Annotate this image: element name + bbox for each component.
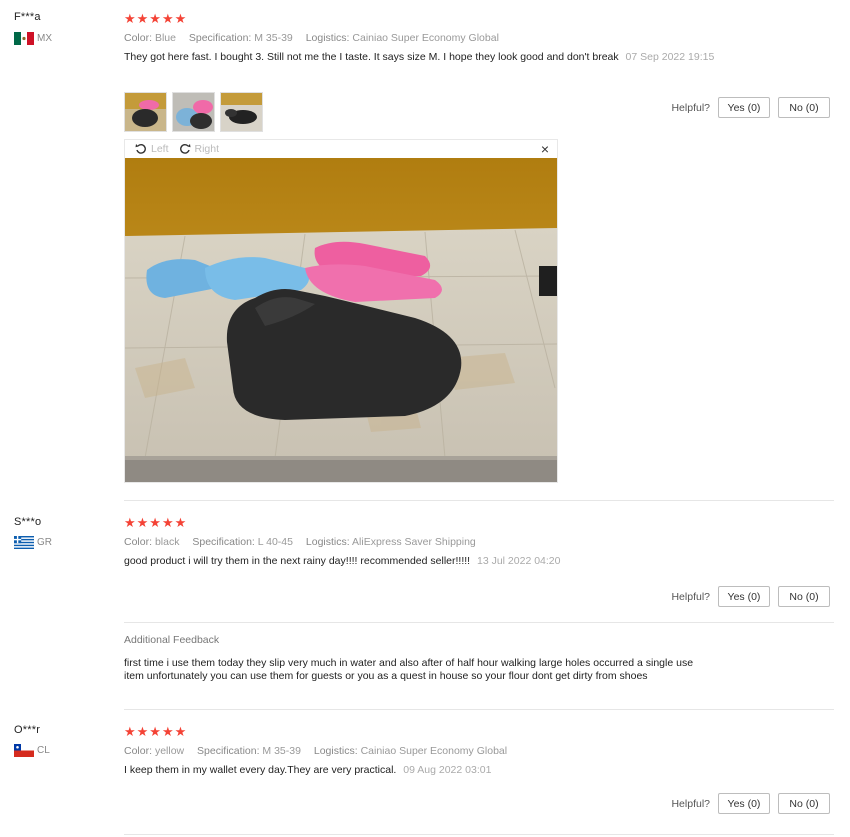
spec-label: Specification: — [192, 536, 255, 548]
review-divider — [124, 834, 834, 835]
logistics-label: Logistics: — [305, 536, 350, 548]
reviewer-name: S***o — [14, 516, 42, 528]
helpful-controls: Helpful? Yes (0) No (0) — [671, 793, 830, 814]
color-value: Blue — [154, 32, 176, 44]
helpful-no-button[interactable]: No (0) — [778, 793, 830, 814]
helpful-yes-button[interactable]: Yes (0) — [718, 586, 770, 607]
country-code: MX — [37, 33, 52, 44]
review-thumbnail[interactable] — [172, 92, 215, 132]
additional-feedback-text: first time i use them today they slip ve… — [124, 657, 694, 682]
review-date: 07 Sep 2022 19:15 — [625, 51, 715, 63]
color-value: black — [154, 536, 180, 548]
rotate-left-label: Left — [151, 143, 169, 155]
spec-value: L 40-45 — [257, 536, 293, 548]
review-meta: Color: yellow Specification: M 35-39 Log… — [124, 745, 724, 757]
reviewer-country: CL — [14, 744, 50, 757]
logistics-value: AliExpress Saver Shipping — [352, 536, 476, 548]
helpful-no-button[interactable]: No (0) — [778, 97, 830, 118]
review-meta: Color: Blue Specification: M 35-39 Logis… — [124, 32, 724, 44]
color-label: Color: — [124, 32, 153, 44]
flag-mx-icon — [14, 32, 34, 45]
flag-gr-icon — [14, 536, 34, 549]
spec-value: M 35-39 — [254, 32, 293, 44]
helpful-yes-button[interactable]: Yes (0) — [718, 793, 770, 814]
rotate-left-button[interactable]: Left — [135, 143, 169, 155]
helpful-yes-button[interactable]: Yes (0) — [718, 97, 770, 118]
helpful-label: Helpful? — [671, 590, 710, 603]
logistics-value: Cainiao Super Economy Global — [352, 32, 499, 44]
review-date: 09 Aug 2022 03:01 — [403, 764, 492, 776]
color-label: Color: — [124, 745, 153, 757]
review-photo — [125, 158, 557, 482]
rotate-right-label: Right — [194, 143, 220, 155]
rotate-right-icon — [179, 144, 191, 154]
star-rating: ★★★★★ — [124, 11, 188, 26]
reviewer-country: MX — [14, 32, 52, 45]
flag-cl-icon — [14, 744, 34, 757]
helpful-controls: Helpful? Yes (0) No (0) — [671, 97, 830, 118]
country-code: CL — [37, 745, 50, 756]
helpful-no-button[interactable]: No (0) — [778, 586, 830, 607]
helpful-label: Helpful? — [671, 797, 710, 810]
reviewer-info: S***o GR — [14, 516, 52, 549]
reviewer-name: F***a — [14, 11, 41, 23]
star-rating: ★★★★★ — [124, 724, 188, 739]
review-text: good product i will try them in the next… — [124, 555, 471, 567]
logistics-value: Cainiao Super Economy Global — [360, 745, 508, 757]
spec-label: Specification: — [197, 745, 260, 757]
review-thumbnails — [124, 92, 268, 132]
review-divider — [124, 709, 834, 710]
color-value: yellow — [154, 745, 185, 757]
rotate-right-button[interactable]: Right — [179, 143, 220, 155]
review-text: I keep them in my wallet every day.They … — [124, 764, 397, 776]
review-text-block: good product i will try them in the next… — [124, 554, 724, 568]
review-thumbnail[interactable] — [220, 92, 263, 132]
reviewer-country: GR — [14, 536, 52, 549]
spec-label: Specification: — [188, 32, 252, 44]
review-thumbnail[interactable] — [124, 92, 167, 132]
reviewer-info: O***r CL — [14, 724, 50, 757]
review-text-block: They got here fast. I bought 3. Still no… — [124, 50, 724, 64]
review-meta: Color: black Specification: L 40-45 Logi… — [124, 536, 724, 548]
additional-feedback-divider — [124, 622, 834, 623]
close-icon[interactable]: × — [541, 141, 549, 157]
helpful-controls: Helpful? Yes (0) No (0) — [671, 586, 830, 607]
additional-feedback-label: Additional Feedback — [124, 634, 220, 646]
reviewer-info: F***a MX — [14, 11, 52, 45]
reviewer-name: O***r — [14, 724, 41, 736]
helpful-label: Helpful? — [671, 101, 710, 114]
color-label: Color: — [124, 536, 153, 548]
country-code: GR — [37, 537, 52, 548]
logistics-label: Logistics: — [313, 745, 358, 757]
logistics-label: Logistics: — [305, 32, 350, 44]
review-text: They got here fast. I bought 3. Still no… — [124, 51, 619, 63]
star-rating: ★★★★★ — [124, 515, 188, 530]
review-date: 13 Jul 2022 04:20 — [477, 555, 561, 567]
rotate-left-icon — [135, 144, 146, 154]
review-text-block: I keep them in my wallet every day.They … — [124, 763, 724, 777]
spec-value: M 35-39 — [262, 745, 301, 757]
review-divider — [124, 500, 834, 501]
image-viewer: Left Right × — [124, 139, 558, 483]
image-viewer-toolbar: Left Right × — [125, 140, 557, 158]
